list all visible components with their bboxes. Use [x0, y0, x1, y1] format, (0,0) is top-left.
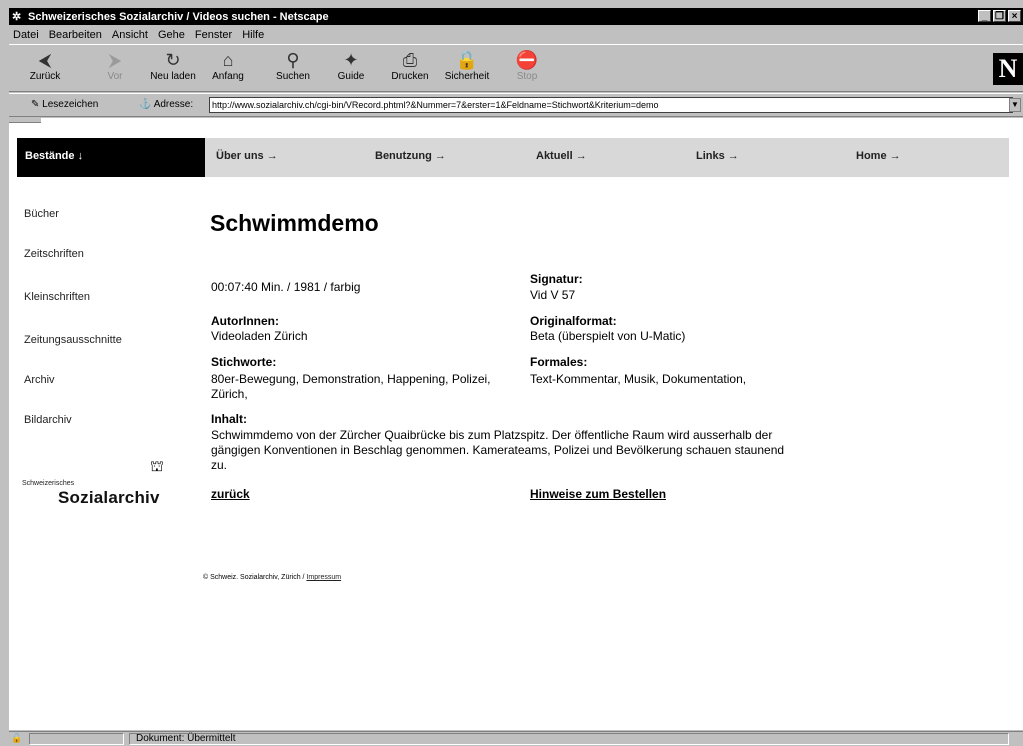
sidebar-item-archiv[interactable]: Archiv: [24, 374, 55, 386]
browser-window: ✲ Schweizerisches Sozialarchiv / Videos …: [0, 0, 1023, 746]
reload-label: Neu laden: [150, 71, 196, 82]
logo-big-text: Sozialarchiv: [58, 488, 160, 507]
address-label: ⚓ Adresse:: [139, 99, 194, 110]
forward-label: Vor: [107, 71, 123, 82]
autorinnen-label: AutorInnen:: [211, 314, 279, 328]
security-button[interactable]: 🔒 Sicherheit: [441, 49, 493, 91]
nav-bestaende[interactable]: Bestände ↓: [17, 138, 205, 177]
record-title: Schwimmdemo: [210, 210, 379, 236]
print-button[interactable]: ⎙ Drucken: [384, 49, 436, 91]
site-navigation: Bestände ↓ Über uns → Benutzung → Aktuel…: [17, 138, 1009, 177]
app-icon: ✲: [12, 10, 22, 23]
nav-links[interactable]: Links →: [696, 150, 739, 162]
nav-ueber-uns[interactable]: Über uns →: [216, 150, 278, 162]
formales-label: Formales:: [530, 355, 588, 369]
formales-value: Text-Kommentar, Musik, Dokumentation,: [530, 372, 747, 386]
inhalt-value: Schwimmdemo von der Zürcher Quaibrücke b…: [211, 428, 785, 472]
emblem-icon: ⛫: [150, 458, 164, 475]
print-label: Drucken: [391, 71, 429, 82]
security-status-icon[interactable]: 🔓: [11, 733, 27, 745]
sidebar-item-bildarchiv[interactable]: Bildarchiv: [24, 414, 72, 426]
sidebar-item-kleinschriften[interactable]: Kleinschriften: [24, 291, 90, 303]
page-content: Bestände ↓ Über uns → Benutzung → Aktuel…: [9, 118, 1023, 730]
guide-label: Guide: [337, 71, 365, 82]
menu-fenster[interactable]: Fenster: [195, 29, 232, 41]
menu-hilfe[interactable]: Hilfe: [242, 29, 264, 41]
minimize-button[interactable]: _: [978, 10, 991, 22]
signatur-label: Signatur:: [530, 272, 583, 286]
originalformat-value: Beta (überspielt von U-Matic): [530, 329, 686, 343]
menu-bar: Datei Bearbeiten Ansicht Gehe Fenster Hi…: [9, 26, 1023, 43]
status-message: Dokument: Übermittelt: [129, 733, 1009, 745]
location-bar: ✎ Lesezeichen ⚓ Adresse: http://www.sozi…: [9, 93, 1023, 117]
guide-icon: ✦: [343, 50, 359, 70]
nav-benutzung[interactable]: Benutzung →: [375, 150, 446, 162]
footer: © Schweiz. Sozialarchiv, Zürich / Impres…: [203, 574, 341, 581]
reload-icon: ↻: [165, 50, 181, 70]
status-bar: 🔓 Dokument: Übermittelt: [9, 731, 1023, 746]
page-proxy-icon[interactable]: ⚓: [139, 99, 154, 110]
menu-ansicht[interactable]: Ansicht: [112, 29, 148, 41]
home-icon: ⌂: [222, 50, 234, 70]
inhalt-label: Inhalt:: [211, 412, 247, 426]
security-label: Sicherheit: [444, 71, 490, 82]
back-link[interactable]: zurück: [211, 487, 250, 501]
impressum-link[interactable]: Impressum: [306, 574, 341, 581]
sidebar-item-zeitungsausschnitte[interactable]: Zeitungsausschnitte: [24, 334, 122, 346]
window-controls: _ ❐ ×: [978, 10, 1021, 22]
originalformat-label: Originalformat:: [530, 314, 617, 328]
home-button[interactable]: ⌂ Anfang: [202, 49, 254, 91]
netscape-logo[interactable]: N: [993, 53, 1023, 85]
menu-bearbeiten[interactable]: Bearbeiten: [49, 29, 102, 41]
menu-gehe[interactable]: Gehe: [158, 29, 185, 41]
search-label: Suchen: [276, 71, 310, 82]
copyright-text: © Schweiz. Sozialarchiv, Zürich /: [203, 574, 307, 581]
maximize-button[interactable]: ❐: [993, 10, 1006, 22]
autorinnen-value: Videoladen Zürich: [211, 329, 308, 343]
stop-label: Stop: [516, 71, 538, 82]
print-icon: ⎙: [402, 50, 418, 70]
nav-home[interactable]: Home →: [856, 150, 901, 162]
logo-small-text: Schweizerisches: [22, 480, 75, 487]
reload-button[interactable]: ↻ Neu laden: [147, 49, 199, 91]
nav-aktuell[interactable]: Aktuell →: [536, 150, 587, 162]
stop-button[interactable]: ⛔ Stop: [501, 49, 553, 91]
back-label: Zurück: [29, 71, 61, 82]
sidebar-item-zeitschriften[interactable]: Zeitschriften: [24, 248, 84, 260]
back-button[interactable]: ⮜ Zurück: [19, 49, 71, 91]
security-lock-icon: 🔒: [455, 50, 479, 70]
address-input[interactable]: http://www.sozialarchiv.ch/cgi-bin/VReco…: [209, 97, 1013, 113]
sidebar-item-buecher[interactable]: Bücher: [24, 208, 59, 220]
search-icon: ⚲: [286, 50, 300, 70]
order-info-link[interactable]: Hinweise zum Bestellen: [530, 487, 666, 501]
window-title: Schweizerisches Sozialarchiv / Videos su…: [28, 10, 329, 23]
title-bar: ✲ Schweizerisches Sozialarchiv / Videos …: [9, 8, 1023, 25]
address-dropdown-icon[interactable]: ▼: [1009, 98, 1021, 112]
navigation-toolbar: ⮜ Zurück ⮞ Vor ↻ Neu laden ⌂ Anfang ⚲ Su…: [9, 44, 1023, 92]
stichworte-label: Stichworte:: [211, 355, 277, 369]
forward-arrow-icon: ⮞: [108, 50, 122, 70]
stichworte-value: 80er-Bewegung, Demonstration, Happening,…: [211, 372, 491, 401]
stop-icon: ⛔: [515, 50, 539, 70]
close-button[interactable]: ×: [1008, 10, 1021, 22]
home-label: Anfang: [212, 71, 244, 82]
guide-button[interactable]: ✦ Guide: [325, 49, 377, 91]
progress-cell: [29, 733, 124, 745]
menu-datei[interactable]: Datei: [13, 29, 39, 41]
record-meta: 00:07:40 Min. / 1981 / farbig: [211, 280, 361, 294]
sozialarchiv-logo[interactable]: ⛫ Schweizerisches Sozialarchiv: [22, 456, 172, 507]
content-tab-marker: [9, 118, 41, 123]
back-arrow-icon: ⮜: [38, 50, 52, 70]
bookmark-icon: ✎: [31, 99, 43, 110]
bookmarks-button[interactable]: ✎ Lesezeichen: [31, 99, 98, 110]
forward-button[interactable]: ⮞ Vor: [89, 49, 141, 91]
search-button[interactable]: ⚲ Suchen: [267, 49, 319, 91]
signatur-value: Vid V 57: [530, 288, 576, 302]
